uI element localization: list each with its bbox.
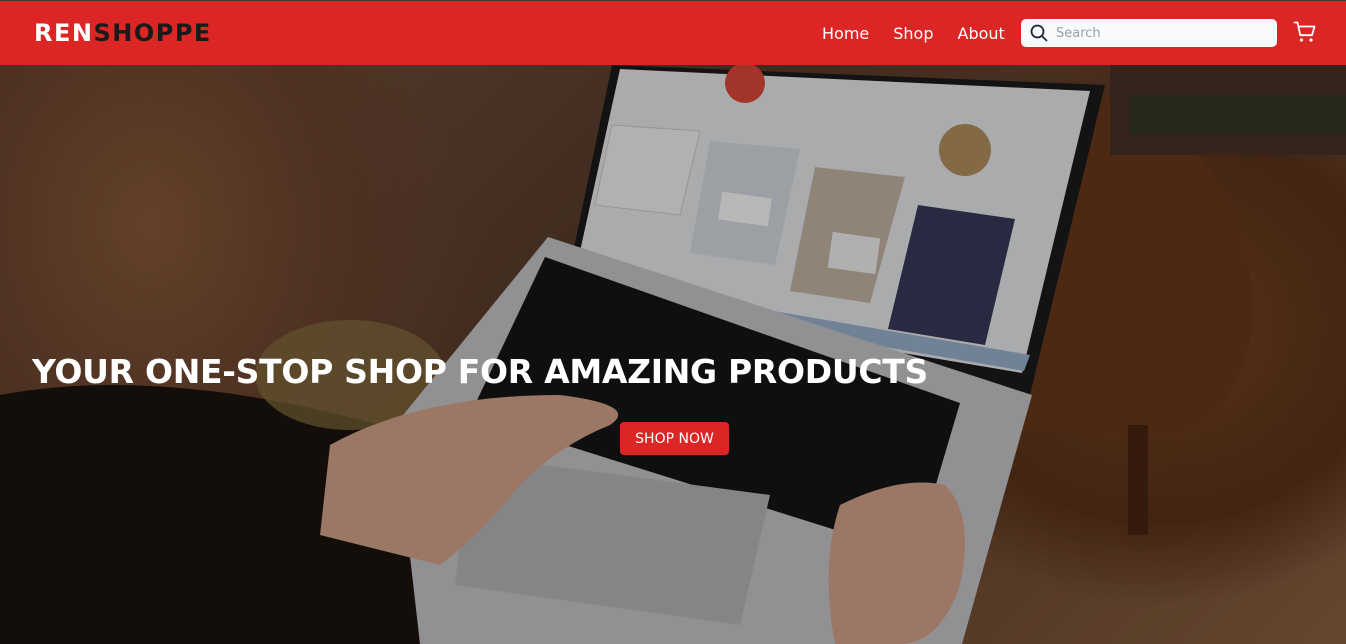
shop-now-button[interactable]: SHOP NOW <box>620 422 729 455</box>
brand-logo-part2: SHOPPE <box>93 19 212 47</box>
nav-link-shop[interactable]: Shop <box>893 23 933 45</box>
cart-icon[interactable] <box>1293 20 1317 44</box>
search-input[interactable] <box>1056 25 1276 41</box>
hero-banner: YOUR ONE-STOP SHOP FOR AMAZING PRODUCTS … <box>0 65 1346 644</box>
nav-link-about[interactable]: About <box>958 23 1005 45</box>
nav-link-home[interactable]: Home <box>822 23 869 45</box>
hero-title: YOUR ONE-STOP SHOP FOR AMAZING PRODUCTS <box>32 352 928 391</box>
brand-logo[interactable]: RENSHOPPE <box>34 19 212 47</box>
search-icon <box>1030 24 1048 42</box>
search-box <box>1021 19 1277 47</box>
main-nav: Home Shop About <box>822 23 1005 45</box>
brand-logo-part1: REN <box>34 19 94 47</box>
navbar: RENSHOPPE Home Shop About <box>0 0 1346 65</box>
